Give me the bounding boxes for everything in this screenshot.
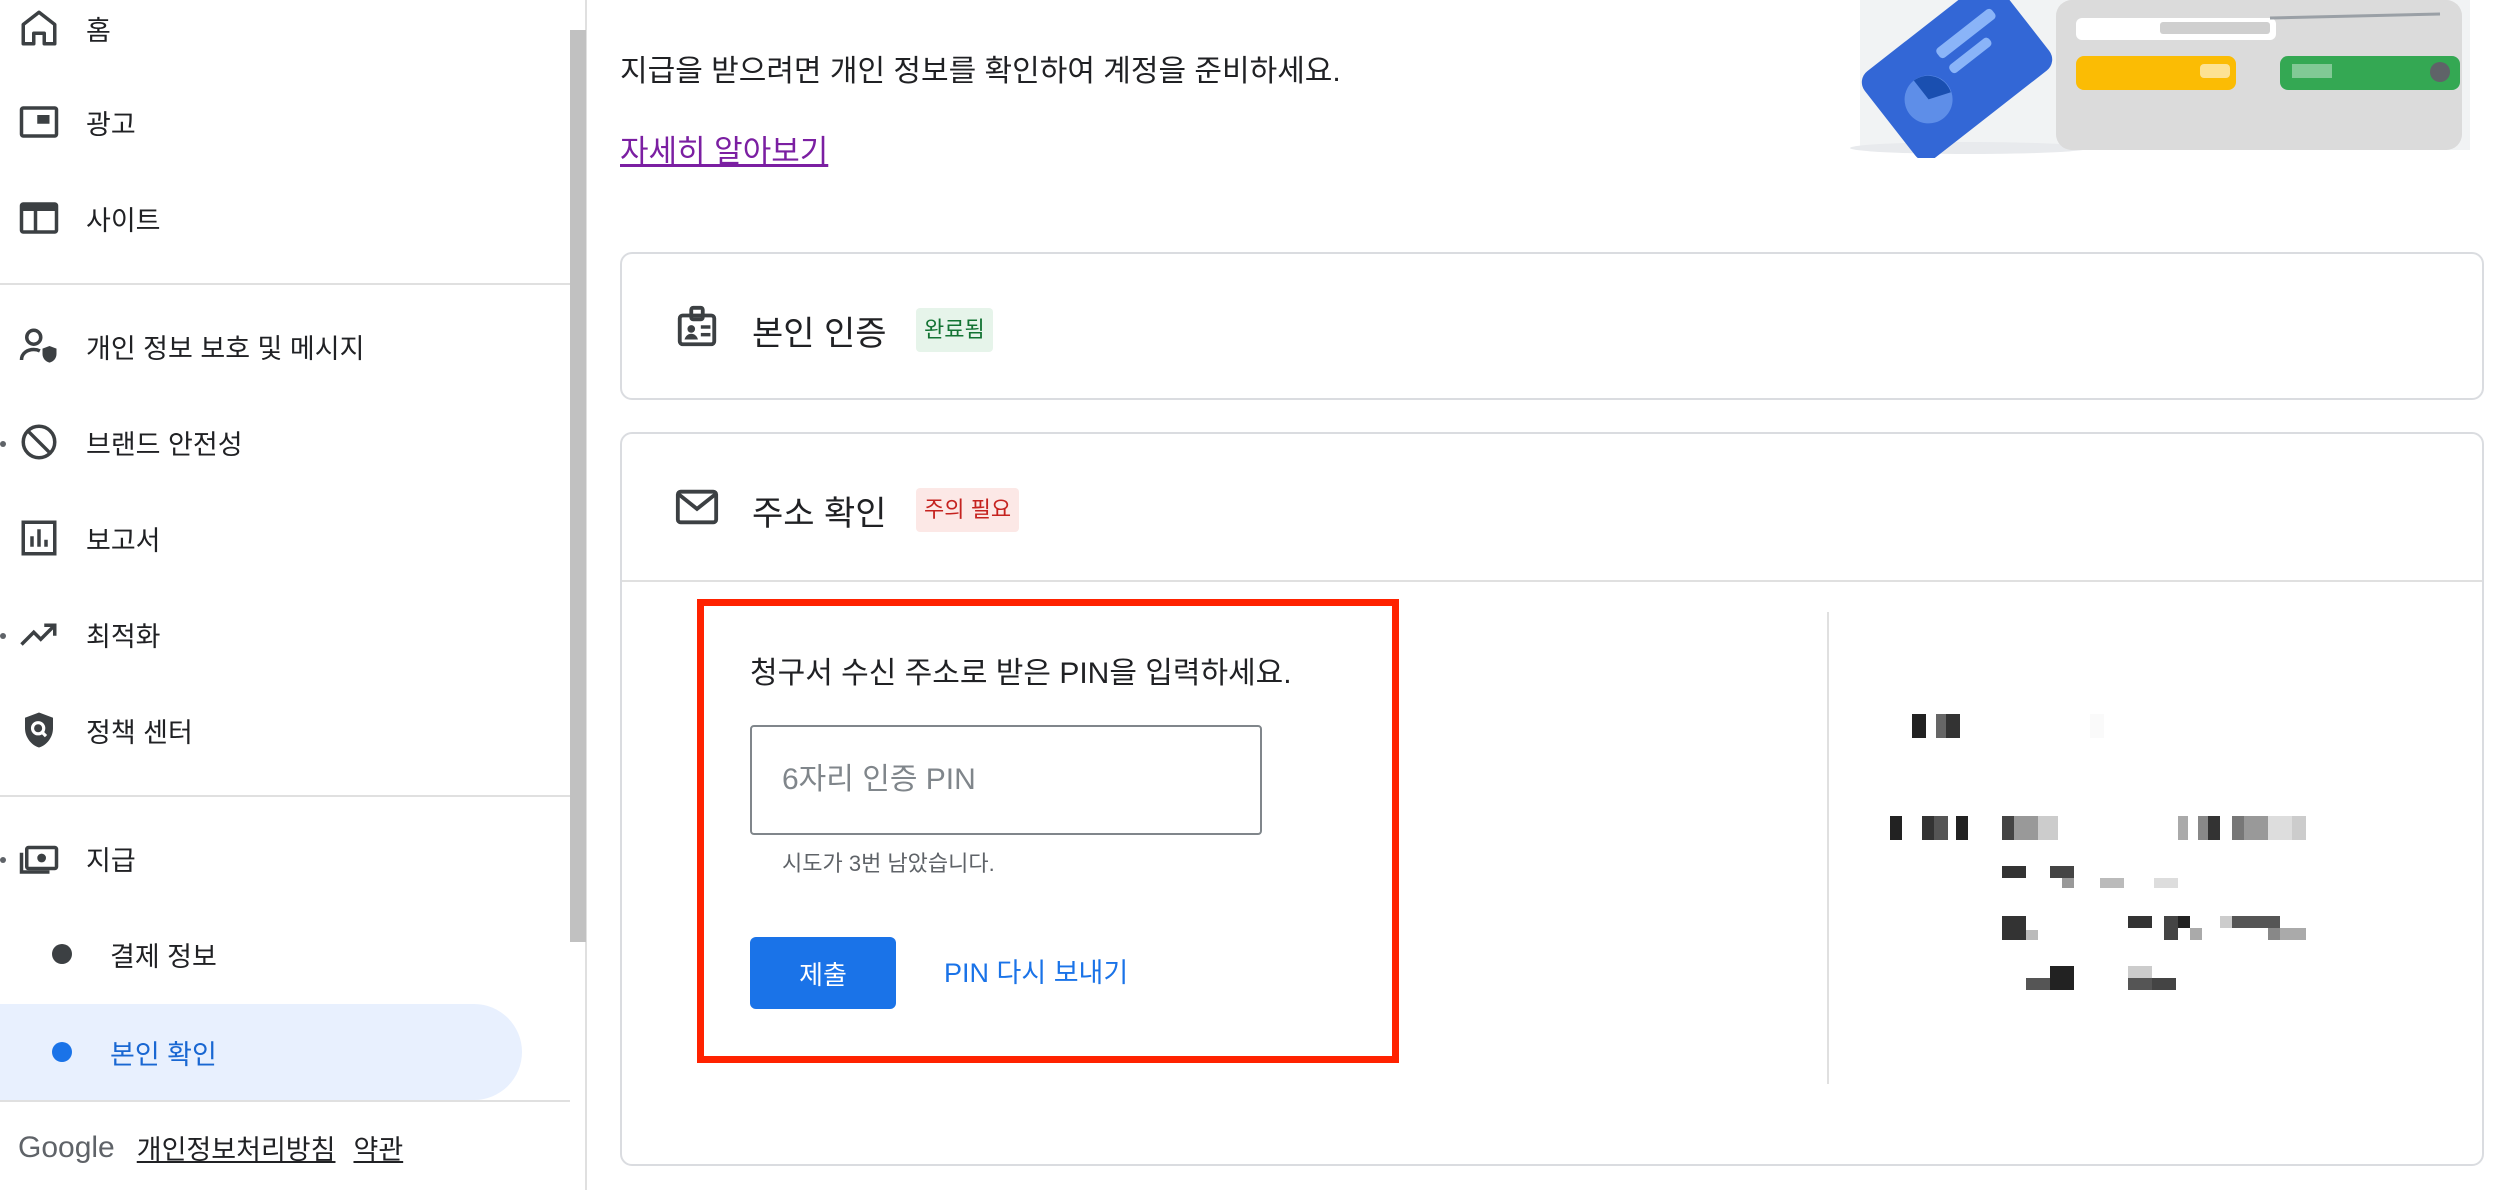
- sidebar-item-sites[interactable]: 사이트: [0, 170, 570, 266]
- sidebar-item-label: 홈: [86, 15, 111, 46]
- sidebar-item-brand-safety[interactable]: 브랜드 안전성: [0, 394, 570, 490]
- sidebar: 홈 광고 사이트 개인 정보 보호 및 메시지 브랜드 안전성 보고서 최적화 …: [0, 0, 587, 1190]
- sidebar-scrollbar[interactable]: [570, 30, 586, 942]
- identity-card: 본인 인증 완료됨: [620, 252, 2484, 400]
- bullet-icon: [52, 944, 72, 964]
- mail-icon: [675, 489, 719, 525]
- sidebar-item-label: 사이트: [86, 205, 161, 236]
- sidebar-item-label: 정책 센터: [86, 717, 193, 748]
- sites-icon: [18, 197, 60, 239]
- identity-card-title: 본인 인증: [752, 315, 887, 353]
- home-icon: [18, 7, 60, 49]
- sidebar-subitem-label: 결제 정보: [110, 941, 217, 972]
- block-icon: [18, 421, 60, 463]
- sidebar-item-label: 지급: [86, 845, 136, 876]
- submit-button[interactable]: 제출: [750, 937, 896, 1009]
- address-card-header[interactable]: 주소 확인 주의 필요: [622, 434, 2482, 580]
- privacy-messaging-icon: [18, 325, 60, 367]
- card-divider: [622, 580, 2482, 582]
- sidebar-item-label: 브랜드 안전성: [86, 429, 243, 460]
- sidebar-item-ads[interactable]: 광고: [0, 74, 570, 170]
- sidebar-divider: [0, 795, 570, 797]
- sidebar-item-reports[interactable]: 보고서: [0, 490, 570, 586]
- vertical-divider: [1827, 612, 1829, 1084]
- status-badge: 완료됨: [916, 308, 993, 352]
- resend-pin-button[interactable]: PIN 다시 보내기: [930, 937, 1142, 1009]
- bullet-icon: [52, 1042, 72, 1062]
- sidebar-item-label: 개인 정보 보호 및 메시지: [86, 333, 365, 364]
- sidebar-footer: Google 개인정보처리방침 약관: [18, 1128, 421, 1167]
- sidebar-item-label: 최적화: [86, 621, 161, 652]
- attempts-remaining: 시도가 3번 남았습니다.: [782, 851, 995, 876]
- google-logo: Google: [18, 1130, 115, 1164]
- address-card-title: 주소 확인: [752, 495, 887, 533]
- sidebar-item-payments[interactable]: 지급: [0, 810, 570, 906]
- payments-illustration: [1850, 0, 2470, 158]
- id-badge-icon: [677, 305, 717, 347]
- sidebar-item-privacy-messaging[interactable]: 개인 정보 보호 및 메시지: [0, 298, 570, 394]
- sidebar-item-home[interactable]: 홈: [0, 0, 570, 76]
- policy-shield-icon: [18, 709, 60, 751]
- sidebar-item-optimization[interactable]: 최적화: [0, 586, 570, 682]
- pin-prompt: 청구서 수신 주소로 받은 PIN을 입력하세요.: [750, 657, 1292, 690]
- sidebar-subitem-label: 본인 확인: [110, 1039, 217, 1070]
- sidebar-subitem-payment-info[interactable]: 결제 정보: [0, 906, 522, 1002]
- sidebar-subitem-identity-verification[interactable]: 본인 확인: [0, 1004, 522, 1100]
- trending-up-icon: [18, 613, 60, 655]
- privacy-policy-link[interactable]: 개인정보처리방침: [137, 1128, 336, 1167]
- sidebar-item-label: 보고서: [86, 525, 161, 556]
- status-badge: 주의 필요: [916, 488, 1020, 532]
- sidebar-divider: [0, 1100, 570, 1102]
- sidebar-divider: [0, 283, 570, 285]
- redacted-address: [1880, 700, 2340, 1000]
- payments-icon: [18, 837, 60, 879]
- bar-chart-icon: [18, 517, 60, 559]
- terms-link[interactable]: 약관: [353, 1128, 403, 1167]
- ads-icon: [18, 101, 60, 143]
- pin-input[interactable]: [750, 725, 1262, 835]
- sidebar-item-policy-center[interactable]: 정책 센터: [0, 682, 570, 778]
- intro-text: 지급을 받으려면 개인 정보를 확인하여 계정을 준비하세요.: [620, 55, 1341, 88]
- learn-more-link[interactable]: 자세히 알아보기: [620, 126, 828, 171]
- sidebar-item-label: 광고: [86, 109, 136, 140]
- identity-card-header[interactable]: 본인 인증 완료됨: [622, 254, 2482, 400]
